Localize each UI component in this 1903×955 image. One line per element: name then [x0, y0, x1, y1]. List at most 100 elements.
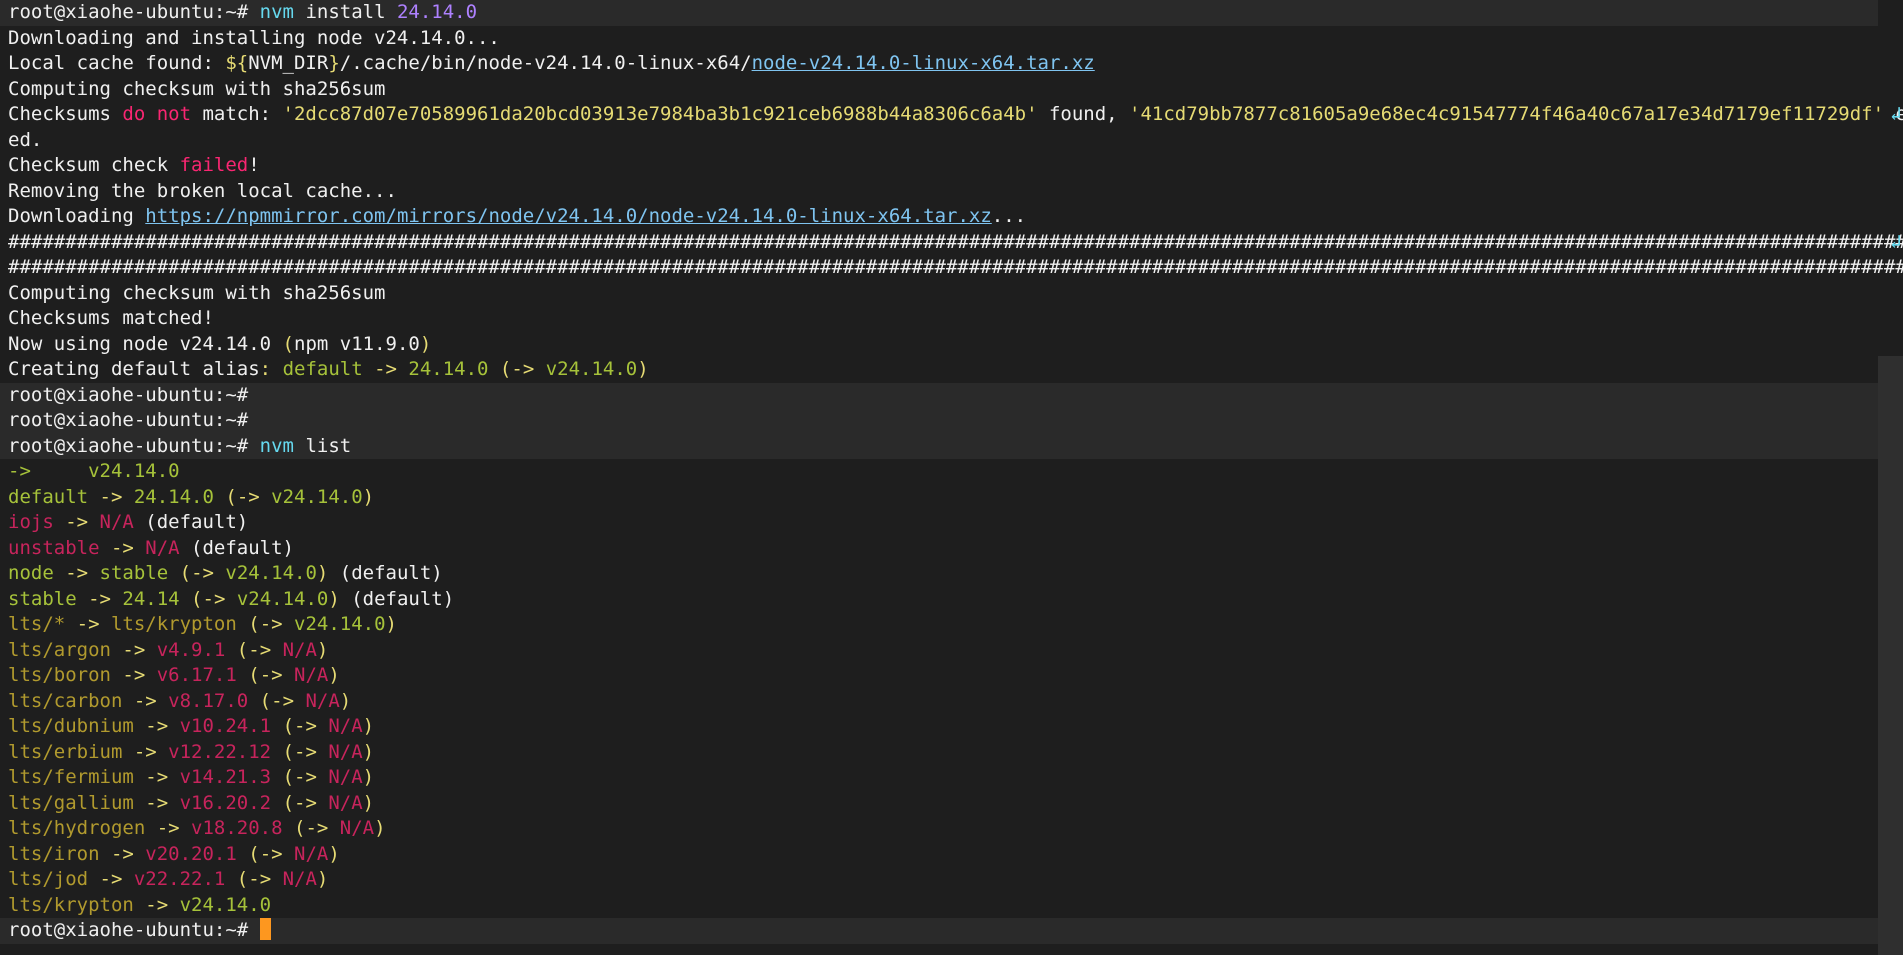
line-text: root@xiaohe-ubuntu:~#	[8, 409, 260, 431]
line-text: ->	[248, 638, 283, 661]
line-text: )	[328, 664, 340, 686]
line-text: )	[637, 358, 649, 380]
line-text: failed	[179, 154, 249, 176]
line-text: !	[248, 154, 260, 176]
line-text: v24.14.0	[271, 485, 363, 508]
line-text: Checksums matched!	[8, 307, 214, 329]
link-text[interactable]: node-v24.14.0-linux-x64.tar.xz	[752, 52, 1095, 74]
line-text: lts/argon	[8, 638, 111, 661]
line-text: (	[248, 689, 272, 712]
line-text: 24.14.0	[396, 1, 478, 23]
line-text: Creating default alias	[8, 358, 260, 380]
line-text: v4.9.1	[156, 638, 226, 661]
line-text: v24.14.0	[225, 562, 317, 584]
line-text: ->	[259, 842, 295, 865]
prompt-line: root@xiaohe-ubuntu:~#	[0, 382, 1878, 408]
line-text: lts/erbium	[8, 740, 123, 763]
line-text: '41cd79bb7877c81605a9e68ec4c91547774f46a…	[1129, 103, 1885, 125]
output-line: lts/boron -> v6.17.1 (-> N/A)	[0, 663, 1903, 689]
line-text: (	[225, 868, 249, 890]
line-text: (	[282, 332, 294, 355]
prompt-line: root@xiaohe-ubuntu:~#	[0, 918, 1878, 944]
line-text: v24.14.0	[236, 587, 329, 610]
terminal-output: root@xiaohe-ubuntu:~# nvm install 24.14.…	[0, 0, 1903, 944]
line-text: ->	[122, 740, 169, 763]
line-text: Removing the broken local cache...	[8, 179, 397, 202]
line-text: N/A	[282, 868, 317, 890]
line-text: ed.	[8, 128, 43, 151]
line-text: }	[328, 52, 340, 74]
output-line: lts/dubnium -> v10.24.1 (-> N/A)	[0, 714, 1903, 740]
line-text: ->	[294, 766, 329, 788]
line-text: stable	[99, 562, 169, 584]
line-text: )	[316, 562, 329, 584]
line-text: root@xiaohe-ubuntu:~#	[8, 919, 260, 941]
line-text: ->	[362, 358, 409, 380]
line-text: v24.14.0	[545, 358, 638, 380]
line-text: ->	[202, 587, 237, 610]
line-text: 24.14	[122, 587, 180, 610]
line-text: ->	[88, 868, 134, 890]
line-text: /.cache/bin/node-v24.14.0-linux-x64/	[339, 52, 752, 74]
line-text: )	[316, 638, 329, 661]
output-line: Computing checksum with sha256sum	[0, 281, 1903, 307]
output-line: unstable -> N/A (default)	[0, 536, 1903, 562]
line-text: default	[8, 485, 89, 508]
line-text: root@xiaohe-ubuntu:~#	[8, 434, 260, 457]
line-text: root@xiaohe-ubuntu:~#	[8, 383, 260, 406]
line-text: unstable	[8, 536, 100, 559]
wrap-arrow-icon: ↲	[1890, 230, 1902, 253]
terminal-window[interactable]: root@xiaohe-ubuntu:~# nvm install 24.14.…	[0, 0, 1903, 955]
output-line: Downloading https://npmmirror.com/mirror…	[0, 204, 1903, 230]
line-text: v10.24.1	[179, 715, 272, 737]
output-line: lts/* -> lts/krypton (-> v24.14.0)	[0, 612, 1903, 638]
scrollbar[interactable]	[1878, 356, 1903, 955]
output-line: Creating default alias: default -> 24.14…	[0, 357, 1903, 383]
line-text: ->	[294, 715, 329, 737]
line-text: ->	[122, 689, 169, 712]
line-text: N/A	[294, 664, 329, 686]
line-text: match:	[191, 103, 283, 125]
line-text: (	[225, 638, 249, 661]
line-text: ########################################…	[8, 230, 1903, 253]
line-text: root@xiaohe-ubuntu:~#	[8, 1, 260, 23]
line-text: iojs	[8, 511, 54, 533]
line-text: ->	[133, 715, 180, 737]
line-text: 24.14.0	[408, 358, 489, 380]
output-line: lts/hydrogen -> v18.20.8 (-> N/A)	[0, 816, 1903, 842]
line-text: nvm	[259, 434, 306, 457]
link-text[interactable]: https://npmmirror.com/mirrors/node/v24.1…	[145, 205, 991, 227]
line-text: -> v24.14.0	[8, 460, 180, 482]
prompt-line: root@xiaohe-ubuntu:~#	[0, 408, 1878, 434]
line-text: N/A	[305, 689, 340, 712]
output-line: lts/fermium -> v14.21.3 (-> N/A)	[0, 765, 1903, 791]
line-text: lts/krypton	[110, 613, 237, 635]
line-text: )	[374, 817, 386, 839]
line-text: (	[236, 842, 260, 865]
line-text: ->	[511, 358, 546, 380]
output-line: lts/erbium -> v12.22.12 (-> N/A)	[0, 740, 1903, 766]
line-text: ->	[110, 638, 157, 661]
output-line: lts/iron -> v20.20.1 (-> N/A)	[0, 842, 1903, 868]
line-text: (	[213, 485, 237, 508]
line-text: ->	[88, 485, 134, 508]
line-text: ->	[305, 817, 340, 839]
prompt-line: root@xiaohe-ubuntu:~# nvm list	[0, 433, 1878, 459]
line-text: (	[271, 791, 295, 814]
output-line: Downloading and installing node v24.14.0…	[0, 26, 1903, 52]
line-text: ->	[259, 613, 295, 635]
output-line: lts/krypton -> v24.14.0	[0, 893, 1903, 919]
line-text: )	[328, 587, 340, 610]
output-line: ########################################…	[0, 230, 1903, 256]
line-text: )	[339, 689, 352, 712]
output-line: Local cache found: ${NVM_DIR}/.cache/bin…	[0, 51, 1903, 77]
line-text: Downloading and installing node v24.14.0…	[8, 26, 500, 49]
line-text: )	[362, 791, 375, 814]
output-line: ########################################…	[0, 255, 1903, 281]
line-text: ->	[145, 817, 192, 839]
line-text: lts/jod	[8, 868, 89, 890]
line-text: (	[271, 715, 295, 737]
line-text: (	[168, 562, 192, 584]
line-text: v8.17.0	[168, 689, 249, 712]
line-text: N/A	[282, 638, 317, 661]
